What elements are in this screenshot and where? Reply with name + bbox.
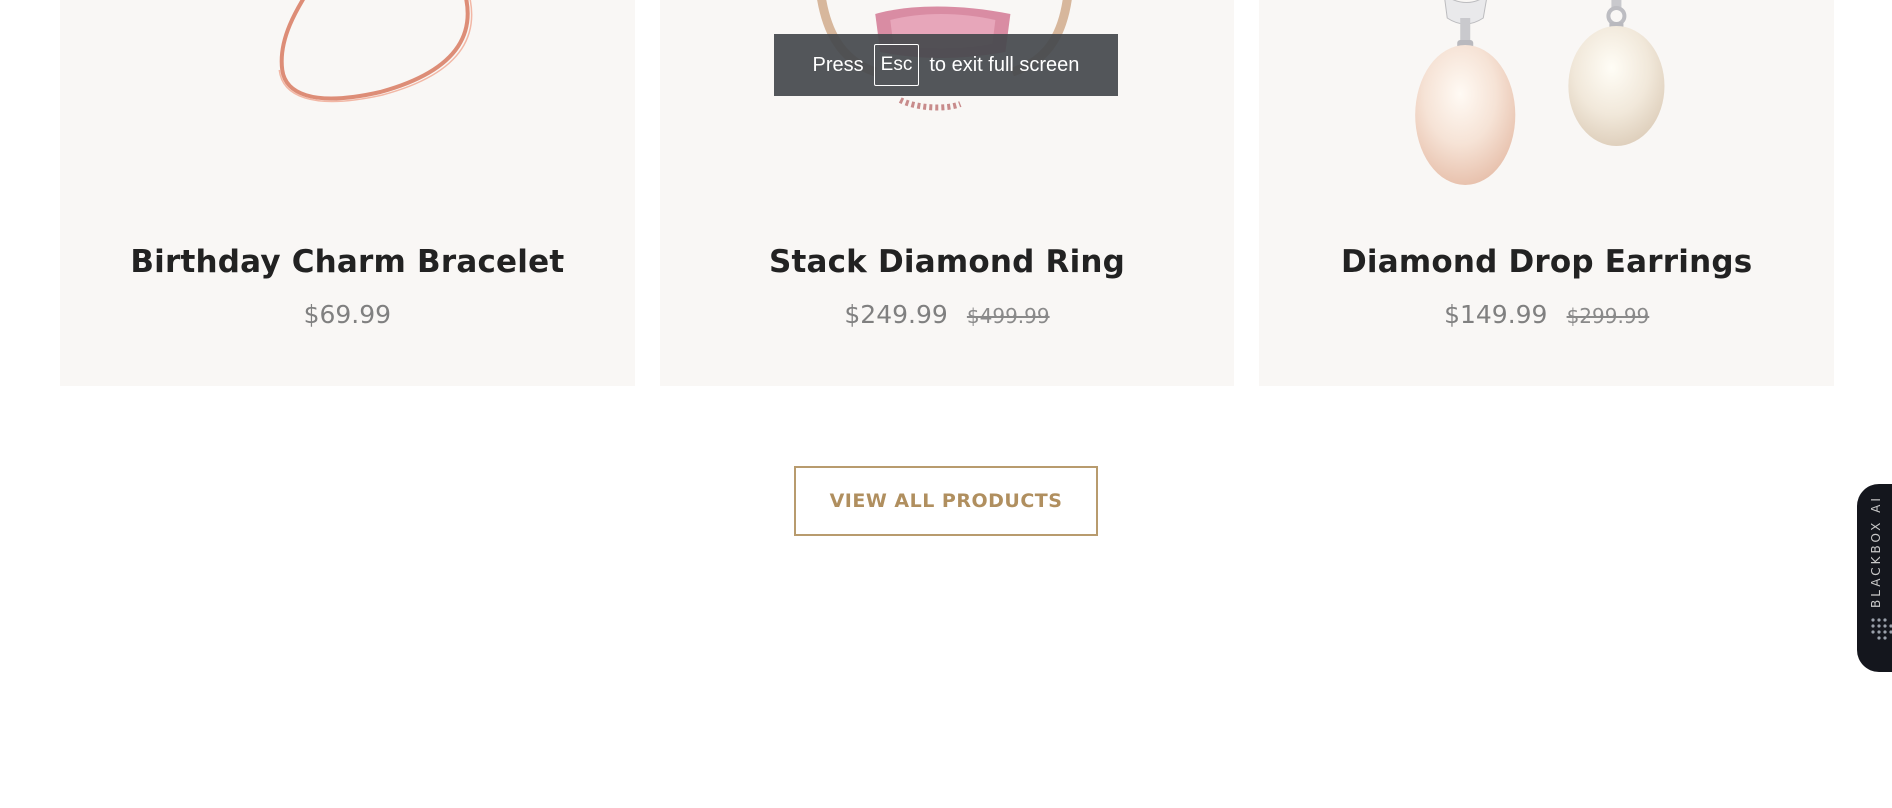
product-prices: $69.99 xyxy=(60,300,635,329)
view-all-products-button[interactable]: VIEW ALL PRODUCTS xyxy=(794,466,1098,536)
notice-exit-text: to exit full screen xyxy=(929,53,1080,76)
earrings-image xyxy=(1415,0,1665,185)
product-card-bracelet[interactable]: Birthday Charm Bracelet $69.99 xyxy=(60,0,635,386)
product-original-price: $499.99 xyxy=(966,304,1050,328)
product-image-ring[interactable] xyxy=(660,0,1235,210)
product-image-earrings[interactable] xyxy=(1259,0,1834,210)
dotted-grid-icon xyxy=(1869,616,1892,642)
side-tab-label: BLACKBOX AI xyxy=(1869,495,1883,608)
esc-key-label: Esc xyxy=(873,44,920,86)
bracelet-image xyxy=(278,0,473,103)
product-image-bracelet[interactable] xyxy=(60,0,635,210)
product-name[interactable]: Birthday Charm Bracelet xyxy=(60,244,635,280)
fullscreen-exit-notice: Press Esc to exit full screen xyxy=(774,34,1118,96)
product-card-earrings[interactable]: Diamond Drop Earrings $149.99 $299.99 xyxy=(1259,0,1835,386)
product-name[interactable]: Stack Diamond Ring xyxy=(660,244,1235,280)
notice-press-text: Press xyxy=(812,53,864,76)
product-price: $69.99 xyxy=(303,300,392,329)
product-prices: $249.99 $499.99 xyxy=(660,300,1235,329)
product-prices: $149.99 $299.99 xyxy=(1259,300,1834,329)
product-price: $149.99 xyxy=(1444,300,1548,329)
blackbox-ai-side-tab[interactable]: BLACKBOX AI xyxy=(1857,484,1892,672)
ring-image xyxy=(816,0,1072,111)
product-name[interactable]: Diamond Drop Earrings xyxy=(1259,244,1834,280)
product-original-price: $299.99 xyxy=(1566,304,1650,328)
product-price: $249.99 xyxy=(844,300,948,329)
